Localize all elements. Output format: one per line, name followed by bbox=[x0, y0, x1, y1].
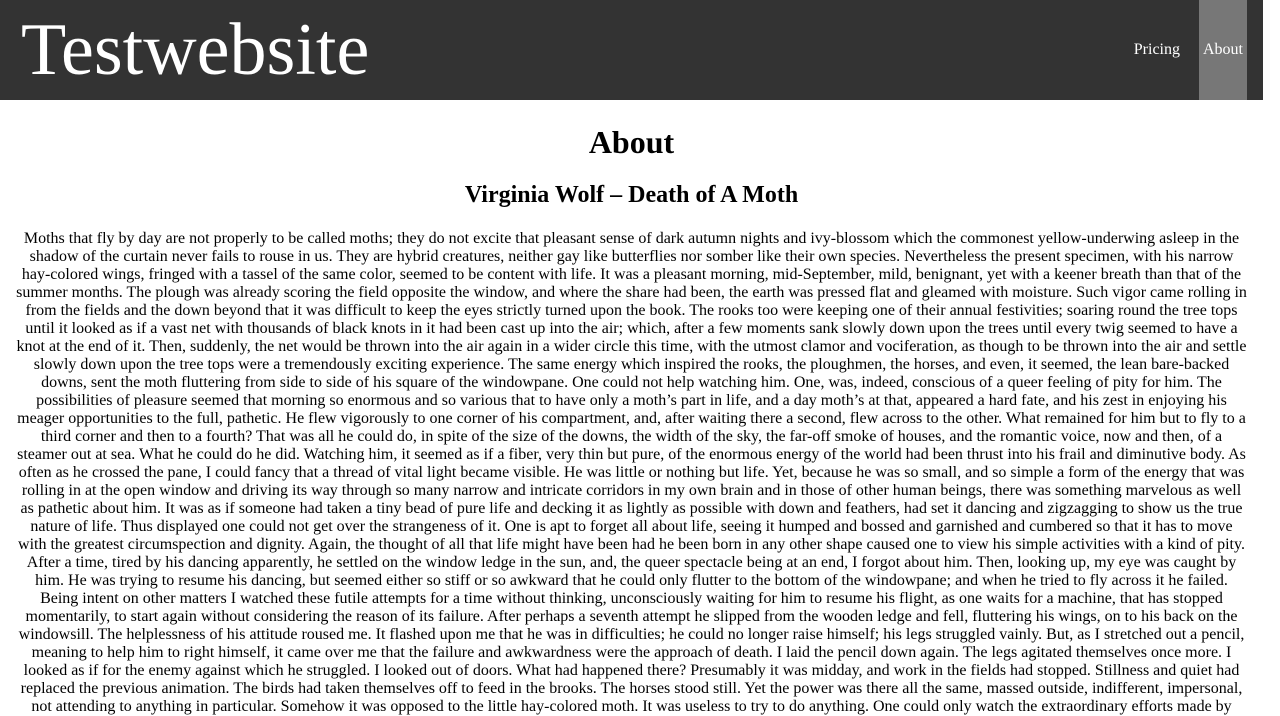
article-title: Virginia Wolf – Death of A Moth bbox=[464, 182, 799, 208]
main-nav: Pricing About bbox=[1129, 0, 1247, 100]
main-content: About Virginia Wolf – Death of A Moth Mo… bbox=[0, 100, 1263, 716]
page-title: About bbox=[588, 124, 675, 160]
site-logo[interactable]: Testwebsite bbox=[21, 7, 369, 93]
page-scrollbar[interactable] bbox=[1263, 0, 1280, 715]
article-body: Moths that fly by day are not properly t… bbox=[16, 230, 1247, 715]
nav-link-pricing[interactable]: Pricing bbox=[1129, 0, 1185, 100]
site-header: Testwebsite Pricing About bbox=[0, 0, 1263, 100]
nav-link-about[interactable]: About bbox=[1199, 0, 1247, 100]
